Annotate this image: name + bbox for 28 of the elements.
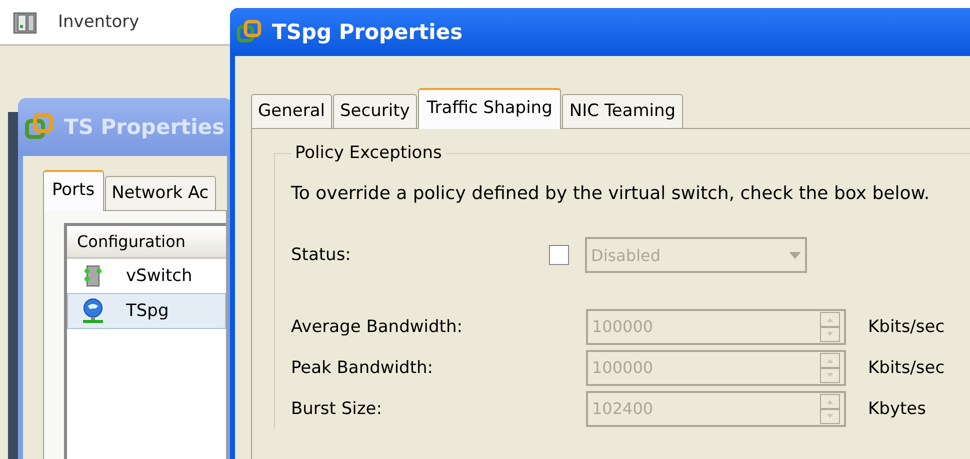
tab[interactable]: Network Ac [104, 176, 216, 210]
column-header[interactable]: Configuration [67, 226, 226, 259]
unit-label: Kbits/sec [868, 316, 945, 336]
linked-squares-icon [236, 19, 262, 45]
tab[interactable]: General [251, 94, 332, 128]
globe-icon [80, 297, 106, 325]
window-title: TS Properties [64, 115, 225, 139]
spin-arrows-icon [820, 394, 840, 424]
tab[interactable]: Traffic Shaping [418, 88, 562, 129]
tab[interactable]: Ports [43, 170, 104, 211]
field-label: Average Bandwidth: [291, 316, 464, 336]
list-row[interactable]: vSwitch [67, 259, 226, 293]
field-label: Status: [291, 245, 352, 265]
group-title: Policy Exceptions [294, 143, 443, 163]
app-title: Inventory [58, 12, 140, 32]
description-text: To override a policy defined by the virtual switch, check the box below. [291, 183, 931, 204]
window-title: TSpg Properties [272, 20, 463, 44]
tab[interactable]: NIC Teaming [562, 94, 683, 128]
dropdown-arrow-icon [789, 252, 801, 258]
unit-label: Kbytes [868, 398, 926, 418]
spin-arrows-icon [820, 352, 840, 382]
unit-label: Kbits/sec [868, 358, 945, 378]
field-label: Burst Size: [291, 398, 383, 418]
tab[interactable]: Security [333, 94, 417, 128]
spin-arrows-icon [820, 312, 840, 342]
linked-squares-icon [24, 112, 54, 142]
list-row[interactable]: TSpg [67, 293, 226, 329]
field-label: Peak Bandwidth: [291, 358, 434, 378]
